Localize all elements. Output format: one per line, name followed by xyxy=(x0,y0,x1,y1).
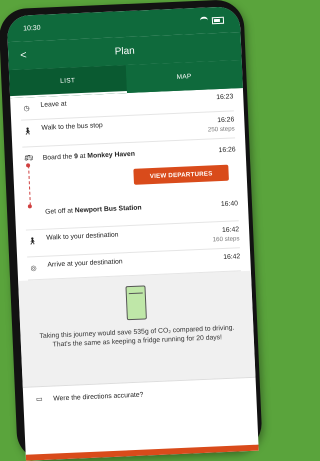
step-board-time: 16:26 xyxy=(218,145,236,154)
walk-icon: 🚶︎ xyxy=(23,128,33,136)
step-walk-bus-label: Walk to the bus stop xyxy=(41,122,103,132)
step-walk-dest-label: Walk to your destination xyxy=(46,231,119,242)
eco-savings-card: Taking this journey would save 535g of C… xyxy=(18,270,256,387)
journey-steps: ◷ Leave at 16:23 🚶︎ Walk to the bus stop… xyxy=(10,88,251,281)
clock-icon: ◷ xyxy=(23,105,30,113)
step-board: 🚌︎ Board the 9 at Monkey Haven 16:26 xyxy=(23,143,236,164)
feedback-question: Were the directions accurate? xyxy=(53,391,144,403)
step-walk-dest-time: 16:42 xyxy=(221,226,240,235)
view-departures-button[interactable]: VIEW DEPARTURES xyxy=(133,164,229,185)
get-off-prefix: Get off at xyxy=(44,207,74,216)
step-walk-bus-meta: 16:26 250 steps xyxy=(194,116,235,134)
step-leave-time: 16:23 xyxy=(216,93,234,102)
fridge-icon xyxy=(124,285,147,321)
step-walk-dest-steps: 160 steps xyxy=(212,235,240,244)
wifi-icon xyxy=(199,16,209,25)
bottom-accent-bar xyxy=(25,444,259,461)
page-title: Plan xyxy=(114,45,135,58)
status-icons xyxy=(199,16,225,25)
phone-frame: 10:30 < Plan LIST MAP ◷ Leave at 16:23 🚶… xyxy=(0,0,263,461)
chat-icon: ▭ xyxy=(35,395,43,404)
app-screen: 10:30 < Plan LIST MAP ◷ Leave at 16:23 🚶… xyxy=(6,6,259,461)
step-get-off-label: Get off at Newport Bus Station xyxy=(45,204,142,215)
route-end-dot xyxy=(27,204,32,209)
walk-icon: 🚶︎ xyxy=(27,238,38,246)
step-board-label: Board the 9 at Monkey Haven xyxy=(42,148,196,162)
board-at: at xyxy=(79,152,86,160)
eco-savings-text: Taking this journey would save 535g of C… xyxy=(39,324,235,349)
step-bus: 🚌︎ Board the 9 at Monkey Haven 16:26 VIE… xyxy=(22,138,239,231)
destination-icon: ◎ xyxy=(30,265,37,273)
step-arrive-label: Arrive at your destination xyxy=(47,258,123,269)
tab-list-label: LIST xyxy=(60,76,76,85)
step-walk-dest-meta: 16:42 160 steps xyxy=(199,226,240,244)
step-walk-bus-time: 16:26 xyxy=(217,116,235,125)
back-button[interactable]: < xyxy=(20,49,27,61)
board-route: 9 xyxy=(73,152,79,160)
status-time: 10:30 xyxy=(22,24,41,32)
step-get-off-time: 16:40 xyxy=(220,200,239,209)
board-stop: Monkey Haven xyxy=(87,150,136,160)
tab-map-label: MAP xyxy=(176,72,192,81)
step-arrive-time: 16:42 xyxy=(223,253,241,261)
battery-icon xyxy=(211,16,225,24)
route-line xyxy=(28,165,32,206)
step-walk-bus-steps: 250 steps xyxy=(207,125,235,134)
get-off-stop: Newport Bus Station xyxy=(74,204,142,215)
step-leave-label: Leave at xyxy=(40,100,67,109)
board-prefix: Board the xyxy=(42,152,73,162)
